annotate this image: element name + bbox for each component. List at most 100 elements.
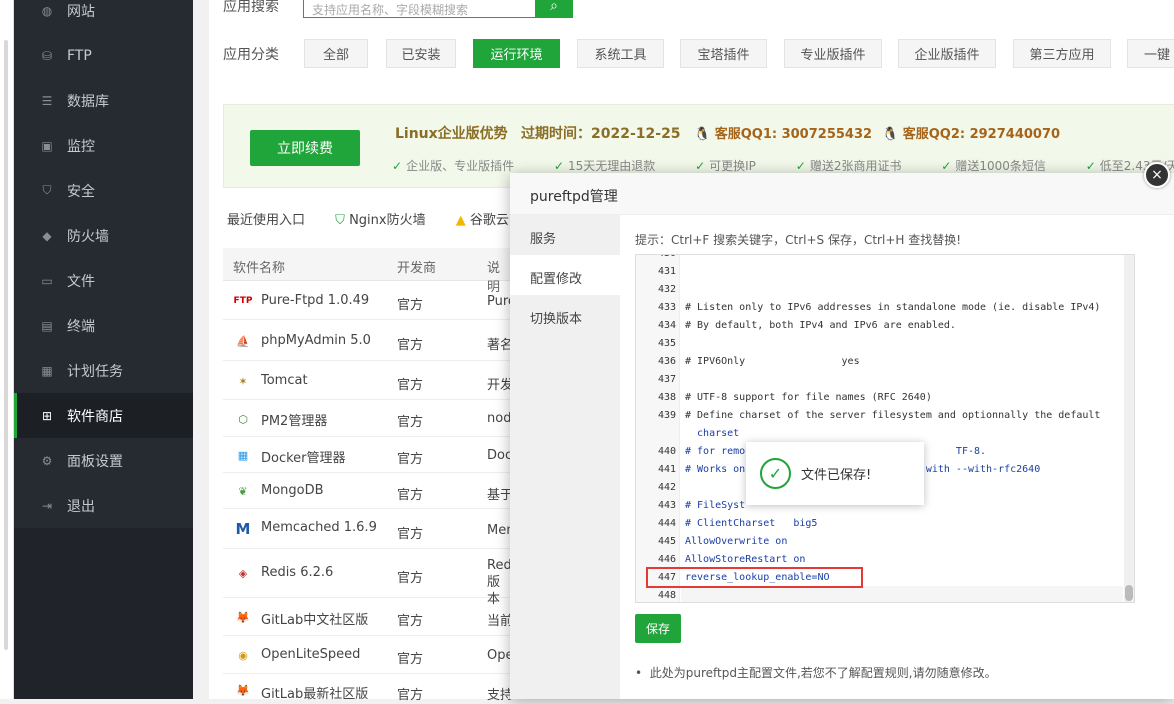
table-row[interactable]: ◈ Redis 6.2.6 官方 Red 版本 bbox=[223, 549, 511, 607]
recent-item-label: 谷歌云 bbox=[469, 213, 509, 228]
scrollbar-track[interactable] bbox=[4, 40, 8, 650]
row-dev: 官方 bbox=[397, 614, 424, 629]
table-row[interactable]: ◉ OpenLiteSpeed 官方 Ope bbox=[223, 636, 511, 674]
qq1-link[interactable]: 🐧 客服QQ1: 3007255432 bbox=[694, 123, 872, 142]
line-number: 443 bbox=[657, 500, 676, 511]
feature-item: ✓ 赠送1000条短信 bbox=[941, 159, 1064, 173]
editor-hint: 提示：Ctrl+F 搜索关键字，Ctrl+S 保存，Ctrl+H 查找替换! bbox=[635, 233, 962, 247]
scrollbar-thumb[interactable] bbox=[1125, 585, 1133, 601]
feature-label: 15天无理由退款 bbox=[567, 159, 656, 173]
category-bt-plugins[interactable]: 宝塔插件 bbox=[680, 39, 767, 68]
table-row[interactable]: FTP Pure-Ftpd 1.0.49 官方 Pure bbox=[223, 282, 511, 320]
promo-expire: 过期时间：2022-12-25 bbox=[521, 126, 681, 142]
recent-google-cloud[interactable]: ▲ 谷歌云 bbox=[456, 213, 509, 228]
line-number: 439 bbox=[657, 410, 676, 421]
recent-nginx-firewall[interactable]: ⛉ Nginx防火墙 bbox=[335, 213, 425, 228]
table-row[interactable]: ▦ Docker管理器 官方 Doc bbox=[223, 437, 511, 473]
table-row[interactable]: 🦊 GitLab中文社区版 官方 当前 bbox=[223, 598, 511, 636]
check-icon: ✓ bbox=[695, 159, 706, 173]
sidebar-item-label: 文件 bbox=[67, 273, 95, 290]
globe-icon: ◍ bbox=[41, 3, 53, 18]
row-desc: 基于 bbox=[487, 488, 511, 503]
sidebar-item-settings[interactable]: ⚙ 面板设置 bbox=[14, 438, 193, 483]
code-line: # ClientCharset big5 bbox=[685, 518, 818, 529]
sidebar-item-store[interactable]: ⊞ 软件商店 bbox=[14, 393, 193, 438]
code-line: # FileSyst bbox=[685, 500, 746, 511]
sidebar-item-label: 安全 bbox=[67, 183, 95, 200]
table-row[interactable]: ⬡ PM2管理器 官方 node bbox=[223, 400, 511, 437]
search-input[interactable]: 支持应用名称、字段模糊搜索 bbox=[303, 0, 535, 18]
success-check-icon: ✓ bbox=[760, 458, 791, 489]
check-icon: ✓ bbox=[392, 159, 403, 173]
search-label: 应用搜索 bbox=[223, 0, 279, 15]
google-drive-icon: ▲ bbox=[455, 213, 466, 228]
table-row[interactable]: ❦ MongoDB 官方 基于 bbox=[223, 473, 511, 509]
category-one-click[interactable]: 一键 bbox=[1127, 39, 1174, 68]
table-row[interactable]: ⛵ phpMyAdmin 5.0 官方 著名 bbox=[223, 320, 511, 361]
sidebar-item-database[interactable]: ☰ 数据库 bbox=[14, 78, 193, 123]
category-pro-plugins[interactable]: 专业版插件 bbox=[784, 39, 882, 68]
table-row[interactable]: ✶ Tomcat 官方 开发 bbox=[223, 361, 511, 400]
row-name: GitLab最新社区版 bbox=[261, 687, 369, 702]
sidebar-item-cron[interactable]: ▦ 计划任务 bbox=[14, 348, 193, 393]
docker-icon: ▦ bbox=[237, 448, 249, 462]
row-dev: 官方 bbox=[397, 415, 424, 430]
row-dev: 官方 bbox=[397, 571, 424, 586]
sidebar-item-monitor[interactable]: ▣ 监控 bbox=[14, 123, 193, 168]
category-all[interactable]: 全部 bbox=[304, 39, 368, 68]
tab-switch-version[interactable]: 切换版本 bbox=[510, 295, 620, 335]
row-name: PM2管理器 bbox=[261, 414, 328, 429]
promo-features: ✓ 企业版、专业版插件 ✓ 15天无理由退款 ✓ 可更换IP ✓ 赠送2张商用证书 ✓ 赠… bbox=[392, 157, 1174, 174]
row-dev: 官方 bbox=[397, 488, 424, 503]
config-note-text: 此处为pureftpd主配置文件,若您不了解配置规则,请勿随意修改。 bbox=[649, 666, 997, 680]
grid-icon: ⊞ bbox=[41, 408, 53, 423]
recent-label: 最近使用入口 bbox=[227, 213, 306, 228]
row-name: GitLab中文社区版 bbox=[261, 613, 369, 628]
code-line: charset bbox=[685, 428, 740, 439]
line-number: 430 bbox=[636, 255, 676, 259]
sidebar-item-firewall[interactable]: ◆ 防火墙 bbox=[14, 213, 193, 258]
tab-config[interactable]: 配置修改 bbox=[510, 255, 620, 295]
category-runtime[interactable]: 运行环境 bbox=[473, 39, 560, 68]
category-third-party[interactable]: 第三方应用 bbox=[1013, 39, 1111, 68]
line-number: 431 bbox=[657, 266, 676, 277]
sidebar-item-terminal[interactable]: ▤ 终端 bbox=[14, 303, 193, 348]
editor-scrollbar[interactable] bbox=[1124, 255, 1134, 602]
folder-icon: ▭ bbox=[41, 273, 53, 288]
close-icon[interactable]: × bbox=[1144, 162, 1170, 188]
penguin-icon: 🐧 bbox=[694, 127, 711, 142]
sidebar-item-website[interactable]: ◍ 网站 bbox=[14, 0, 193, 33]
sidebar-item-logout[interactable]: ⇥ 退出 bbox=[14, 483, 193, 528]
recent-entries: 最近使用入口 ⛉ Nginx防火墙 ▲ 谷歌云 bbox=[227, 209, 509, 228]
tab-service[interactable]: 服务 bbox=[510, 215, 620, 255]
category-enterprise-plugins[interactable]: 企业版插件 bbox=[898, 39, 996, 68]
sidebar-item-ftp[interactable]: ⛁ FTP bbox=[14, 33, 193, 78]
ftp-icon: ⛁ bbox=[41, 48, 53, 63]
table-row[interactable]: 🦊 GitLab最新社区版 官方 支持 bbox=[223, 674, 511, 704]
qq2-link[interactable]: 🐧 客服QQ2: 2927440070 bbox=[882, 123, 1060, 142]
row-dev: 官方 bbox=[397, 527, 424, 542]
qq1-label: 客服QQ1: 3007255432 bbox=[714, 127, 873, 142]
category-system-tools[interactable]: 系统工具 bbox=[577, 39, 664, 68]
category-installed[interactable]: 已安装 bbox=[386, 39, 456, 68]
memcached-icon: M bbox=[235, 520, 251, 538]
sidebar-item-label: 面板设置 bbox=[67, 453, 123, 470]
nodejs-icon: ⬡ bbox=[238, 412, 248, 426]
table-row[interactable]: M Memcached 1.6.9 官方 Mem bbox=[223, 509, 511, 549]
line-number: 448 bbox=[657, 590, 676, 601]
save-button[interactable]: 保存 bbox=[635, 614, 681, 643]
renew-button[interactable]: 立即续费 bbox=[250, 130, 360, 166]
sidebar-item-files[interactable]: ▭ 文件 bbox=[14, 258, 193, 303]
sidebar: ◍ 网站 ⛁ FTP ☰ 数据库 ▣ 监控 ⛉ 安全 ◆ 防火墙 ▭ 文件 ▤ 终端 ▦ 计划任务… bbox=[14, 0, 193, 699]
sidebar-item-label: 防火墙 bbox=[67, 228, 109, 245]
config-editor[interactable]: 430 431 432 433 # Listen only to IPv6 addres… bbox=[635, 254, 1135, 603]
shield-icon: ⛉ bbox=[42, 183, 52, 197]
code-line: AllowOverwrite on bbox=[685, 536, 788, 547]
line-number: 434 bbox=[657, 320, 676, 331]
redis-icon: ◈ bbox=[238, 566, 248, 580]
firewall-icon: ◆ bbox=[42, 228, 52, 243]
search-button[interactable]: ⌕ bbox=[535, 0, 573, 18]
feature-item: ✓ 可更换IP bbox=[695, 159, 774, 173]
sidebar-item-security[interactable]: ⛉ 安全 bbox=[14, 168, 193, 213]
row-name: phpMyAdmin 5.0 bbox=[261, 333, 371, 348]
